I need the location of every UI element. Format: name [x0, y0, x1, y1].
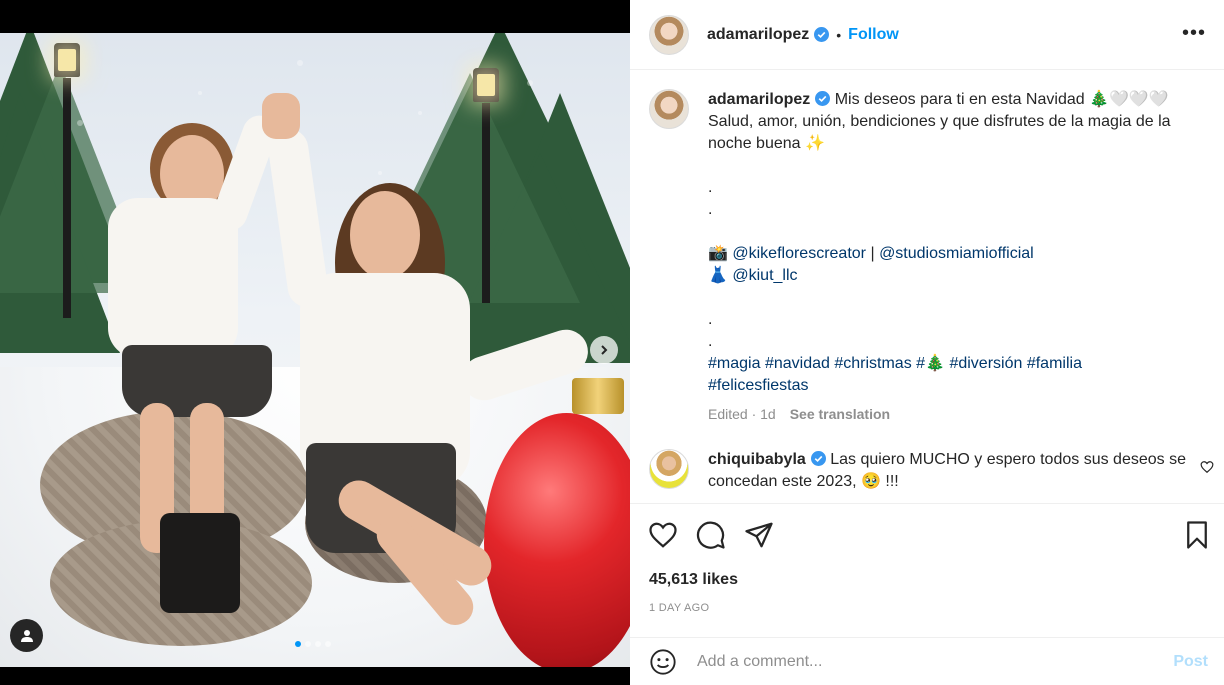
action-icons	[648, 520, 774, 550]
chevron-right-icon	[601, 345, 608, 355]
likes-count[interactable]: 45,613 likes	[649, 571, 738, 589]
post-header: adamarilopez • Follow •••	[630, 0, 1224, 70]
share-icon[interactable]	[744, 520, 774, 550]
hashtag-link[interactable]: #familia	[1027, 355, 1082, 372]
verified-icon	[810, 451, 826, 466]
post-comment-button[interactable]: Post	[1173, 653, 1208, 671]
edited-timestamp: Edited · 1d	[708, 406, 776, 422]
hashtags-line: #magia #navidad #christmas #🎄 #diversión…	[708, 353, 1208, 375]
credit-line: 📸 @kikeflorescreator | @studiosmiamioffi…	[708, 243, 1208, 265]
author-avatar[interactable]	[649, 14, 689, 55]
caption-meta: Edited · 1d See translation	[708, 403, 1208, 425]
see-translation-link[interactable]: See translation	[790, 403, 890, 425]
joined-hands	[262, 93, 300, 139]
hashtag-link[interactable]: #christmas	[834, 355, 911, 372]
comment-like-heart-icon[interactable]	[1200, 460, 1214, 474]
verified-icon	[815, 91, 831, 106]
caption: adamarilopez Mis deseos para ti en esta …	[649, 89, 1209, 425]
mention-link[interactable]: @studiosmiamiofficial	[879, 245, 1034, 262]
carousel-dots	[295, 641, 331, 647]
caption-dot: .	[708, 201, 713, 218]
carousel-dot	[325, 641, 331, 647]
post-media[interactable]	[0, 0, 630, 685]
comment-icon[interactable]	[696, 520, 726, 550]
comments-section[interactable]: adamarilopez Mis deseos para ti en esta …	[630, 71, 1224, 503]
credit-line: 👗 @kiut_llc	[708, 265, 1208, 287]
post-photo	[0, 33, 630, 667]
post-timestamp: 1 DAY AGO	[649, 602, 710, 614]
caption-dot: .	[708, 179, 713, 196]
hashtags-line: #felicesfiestas	[708, 375, 1208, 397]
credit-divider: |	[870, 245, 875, 262]
caption-text: adamarilopez Mis deseos para ti en esta …	[708, 89, 1208, 425]
commenter-avatar[interactable]	[649, 449, 689, 489]
lamp-post	[63, 78, 71, 318]
next-slide-button[interactable]	[590, 336, 618, 364]
more-options-button[interactable]: •••	[1182, 23, 1206, 43]
hashtag-link[interactable]: #navidad	[765, 355, 830, 372]
bookmark-icon[interactable]	[1184, 520, 1210, 550]
mention-link[interactable]: @kiut_llc	[732, 267, 797, 284]
girl-boots	[160, 513, 240, 613]
camera-emoji: 📸	[708, 245, 728, 262]
hashtag-link[interactable]: #diversión	[949, 355, 1022, 372]
comment-item: chiquibabyla Las quiero MUCHO y espero t…	[649, 449, 1209, 493]
heart-icon[interactable]	[648, 520, 678, 550]
commenter-username[interactable]: chiquibabyla	[708, 451, 806, 468]
caption-author-avatar[interactable]	[649, 89, 689, 129]
user-tag-icon	[20, 629, 33, 642]
comment-text: chiquibabyla Las quiero MUCHO y espero t…	[708, 449, 1188, 493]
hashtag-link[interactable]: #magia	[708, 355, 760, 372]
comment-input[interactable]	[697, 652, 1174, 671]
follow-button[interactable]: Follow	[848, 26, 899, 44]
dress-emoji: 👗	[708, 267, 728, 284]
carousel-dot	[295, 641, 301, 647]
separator-dot: •	[836, 26, 842, 43]
user-tag-button[interactable]	[10, 619, 43, 652]
caption-line: Salud, amor, unión, bendiciones y que di…	[708, 113, 1171, 152]
emoji-icon[interactable]	[649, 648, 677, 676]
post-actions: 45,613 likes 1 DAY AGO	[630, 503, 1224, 637]
hashtag-link[interactable]: #felicesfiestas	[708, 377, 809, 394]
lamp	[473, 68, 499, 102]
post-side-panel: adamarilopez • Follow ••• adamarilopez M…	[630, 0, 1224, 685]
lamp	[54, 43, 80, 77]
caption-dot: .	[708, 333, 713, 350]
hashtag-link[interactable]: #🎄	[916, 355, 945, 372]
caption-line: Mis deseos para ti en esta Navidad 🎄🤍🤍🤍	[834, 91, 1169, 108]
ornament-cap	[572, 378, 624, 414]
author-username[interactable]: adamarilopez	[707, 26, 809, 44]
caption-dot: .	[708, 311, 713, 328]
woman-face	[350, 191, 420, 279]
mention-link[interactable]: @kikeflorescreator	[732, 245, 866, 262]
add-comment-bar: Post	[630, 637, 1224, 685]
carousel-dot	[305, 641, 311, 647]
lamp-post	[482, 103, 490, 303]
carousel-dot	[315, 641, 321, 647]
caption-author[interactable]: adamarilopez	[708, 91, 810, 108]
verified-icon	[814, 27, 830, 42]
